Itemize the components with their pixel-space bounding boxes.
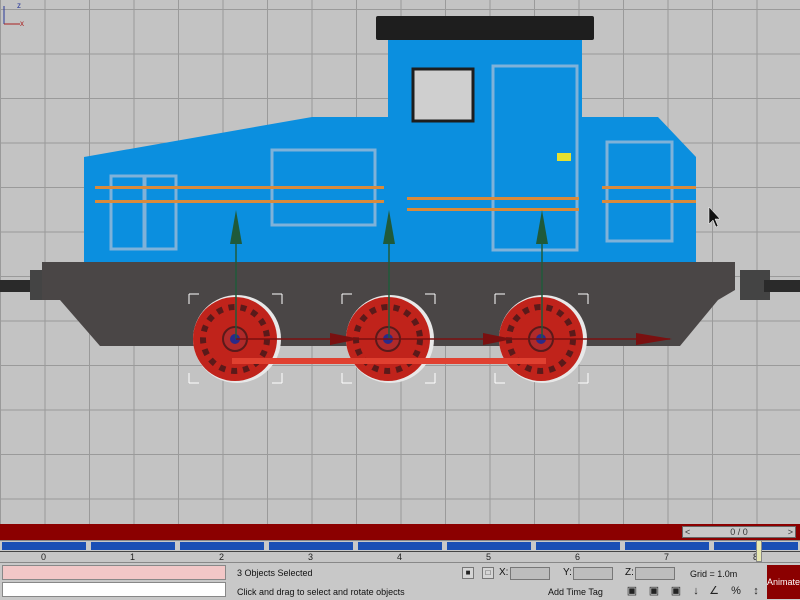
left-viewport[interactable]: z x: [0, 0, 800, 524]
ruler-tick: 5: [486, 552, 492, 562]
ruler-tick: 2: [219, 552, 225, 562]
time-slider[interactable]: < 0 / 0 >: [682, 526, 796, 538]
coord-x-field[interactable]: [510, 567, 550, 580]
viewport-scene[interactable]: [0, 0, 800, 524]
ruler-tick: 4: [397, 552, 403, 562]
ruler-tick: 3: [308, 552, 314, 562]
degradation-override-icon[interactable]: ▣: [646, 584, 662, 598]
snap-toggle-icon[interactable]: ↓: [688, 584, 704, 598]
ruler-tick: 0: [41, 552, 47, 562]
coord-z-label: Z:: [625, 567, 634, 578]
maxscript-listener-input[interactable]: [2, 582, 226, 597]
animate-button[interactable]: Animate: [767, 565, 800, 599]
status-bar: 3 Objects Selected Click and drag to sel…: [0, 562, 800, 600]
prompt-line: Click and drag to select and rotate obje…: [237, 587, 405, 597]
ruler-tick: 7: [664, 552, 670, 562]
window-crossing-icon[interactable]: ▣: [668, 584, 684, 598]
door-handle: [557, 153, 571, 161]
coord-y-label: Y:: [563, 567, 572, 578]
frame-display: 0 / 0: [730, 527, 748, 537]
right-coupler: [740, 270, 800, 300]
ruler-tick: 6: [575, 552, 581, 562]
cab-roof[interactable]: [376, 16, 594, 40]
coord-z-field[interactable]: [635, 567, 675, 580]
maxscript-listener-output[interactable]: [2, 565, 226, 580]
absolute-mode-icon[interactable]: □: [482, 567, 494, 579]
time-slider-bar: [0, 524, 800, 540]
coord-y-field[interactable]: [573, 567, 613, 580]
add-time-tag-button[interactable]: Add Time Tag: [548, 587, 603, 597]
ruler-tick: 1: [130, 552, 136, 562]
axis-tripod-icon: z x: [3, 1, 24, 28]
grid-size: Grid = 1.0m: [690, 569, 738, 579]
crossing-selection-icon[interactable]: ▣: [624, 584, 640, 598]
mouse-cursor-icon: [708, 206, 721, 228]
axis-x-label: x: [20, 19, 24, 28]
time-slider-next-icon[interactable]: >: [788, 527, 793, 537]
percent-snap-icon[interactable]: %: [728, 584, 744, 598]
spinner-snap-icon[interactable]: ↕: [748, 584, 764, 598]
coord-x-label: X:: [499, 567, 509, 578]
axis-z-label: z: [17, 1, 21, 10]
selection-lock-icon[interactable]: ■: [462, 567, 474, 579]
selection-status: 3 Objects Selected: [237, 568, 313, 578]
current-time-marker[interactable]: [756, 540, 762, 562]
cab-window: [411, 67, 475, 123]
trackbar[interactable]: 0 1 2 3 4 5 6 7 8: [0, 540, 800, 563]
track-blue-strip: [0, 541, 800, 551]
coupling-rod[interactable]: [232, 358, 546, 364]
angle-snap-icon[interactable]: ∠: [706, 584, 722, 598]
